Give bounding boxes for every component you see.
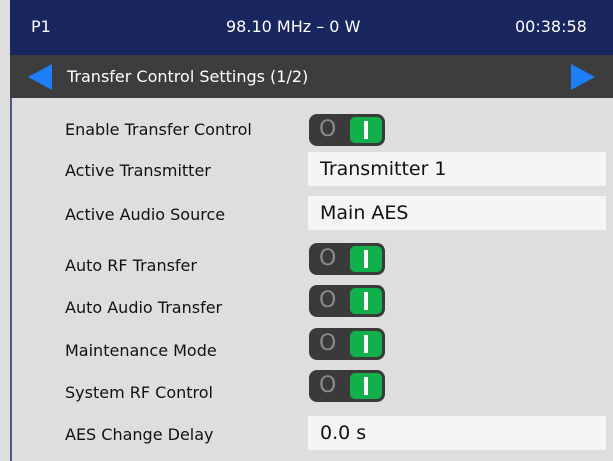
enable-transfer-control-label: Enable Transfer Control [65,120,252,139]
auto-audio-transfer-label: Auto Audio Transfer [65,298,223,317]
aes-change-delay-field[interactable]: 0.0 s [308,416,606,450]
next-page-arrow-icon[interactable] [571,64,595,90]
toggle-off-glyph: O [319,288,337,313]
page-title: Transfer Control Settings (1/2) [67,67,309,86]
toggle-off-glyph: O [319,331,337,356]
aes-change-delay-label: AES Change Delay [65,425,214,444]
system-rf-control-label: System RF Control [65,383,213,402]
maintenance-mode-label: Maintenance Mode [65,341,217,360]
status-bar: P1 98.10 MHz – 0 W 00:38:58 [10,0,613,55]
transfer-control-screen: P1 98.10 MHz – 0 W 00:38:58 Transfer Con… [0,0,613,461]
auto-rf-transfer-toggle[interactable]: O [309,243,385,275]
system-rf-control-toggle[interactable]: O [309,370,385,402]
toggle-off-glyph: O [319,373,337,398]
active-audio-source-label: Active Audio Source [65,205,226,224]
toggle-off-glyph: O [319,117,337,142]
preset-indicator: P1 [31,17,51,36]
enable-transfer-control-toggle[interactable]: O [309,114,385,146]
active-transmitter-field[interactable]: Transmitter 1 [308,152,606,186]
panel-edge [10,98,12,461]
previous-page-arrow-icon[interactable] [28,64,52,90]
page-title-bar: Transfer Control Settings (1/2) [10,55,613,98]
toggle-on-knob-icon [350,117,382,143]
clock: 00:38:58 [515,17,587,36]
toggle-on-knob-icon [350,331,382,357]
frequency-power-readout: 98.10 MHz – 0 W [226,17,361,36]
active-audio-source-field[interactable]: Main AES [308,196,606,230]
auto-rf-transfer-label: Auto RF Transfer [65,256,197,275]
maintenance-mode-toggle[interactable]: O [309,328,385,360]
auto-audio-transfer-toggle[interactable]: O [309,285,385,317]
active-transmitter-label: Active Transmitter [65,161,211,180]
toggle-off-glyph: O [319,246,337,271]
toggle-on-knob-icon [350,246,382,272]
toggle-on-knob-icon [350,373,382,399]
toggle-on-knob-icon [350,288,382,314]
